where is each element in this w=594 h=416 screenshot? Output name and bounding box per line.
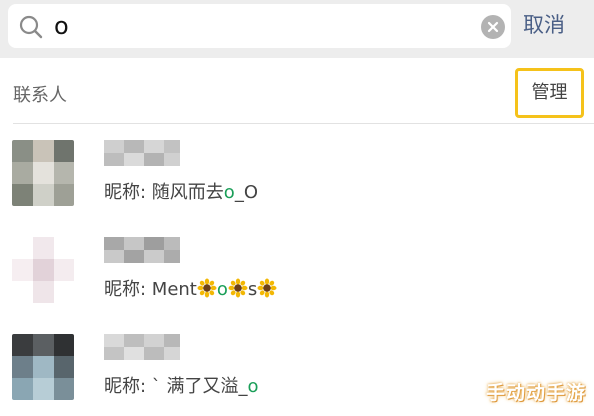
nickname-text: 随风而去 <box>151 182 224 203</box>
nickname-label: 昵称: <box>104 279 152 300</box>
search-box[interactable]: o <box>8 4 511 48</box>
blurred-name <box>104 334 184 360</box>
nickname-match: o <box>216 279 228 300</box>
contact-row[interactable]: 昵称: Ment o s <box>0 221 594 319</box>
avatar <box>12 140 74 206</box>
avatar <box>12 334 74 400</box>
search-icon <box>19 15 43 39</box>
nickname-text: ` 满了又溢_ <box>151 376 248 397</box>
blurred-name <box>104 140 184 166</box>
contact-row[interactable]: 昵称: 随风而去o_O <box>0 124 594 222</box>
cancel-button[interactable]: 取消 <box>523 11 565 39</box>
nickname-text-suffix: s <box>247 279 258 300</box>
nickname-line: 昵称: Ment o s <box>104 277 277 303</box>
manage-button[interactable]: 管理 <box>515 68 584 118</box>
nickname-match: o <box>247 376 259 397</box>
search-bar-area: o 取消 <box>0 0 594 58</box>
section-title: 联系人 <box>13 85 67 106</box>
nickname-label: 昵称: <box>104 376 152 397</box>
sunflower-icon <box>257 278 277 298</box>
blurred-name <box>104 237 184 263</box>
avatar <box>12 237 74 303</box>
clear-icon[interactable] <box>481 15 505 39</box>
sunflower-icon <box>197 278 217 298</box>
nickname-line: 昵称: 随风而去o_O <box>104 180 258 206</box>
watermark-logo: 手动动手游 <box>485 382 586 404</box>
search-input[interactable]: o <box>54 13 69 39</box>
nickname-text: Ment <box>151 279 197 300</box>
nickname-label: 昵称: <box>104 182 152 203</box>
nickname-match: o <box>223 182 235 203</box>
contacts-section-header: 联系人 管理 <box>0 58 594 122</box>
nickname-text-suffix: _O <box>234 182 258 203</box>
nickname-line: 昵称: ` 满了又溢_o <box>104 374 259 400</box>
sunflower-icon <box>228 278 248 298</box>
